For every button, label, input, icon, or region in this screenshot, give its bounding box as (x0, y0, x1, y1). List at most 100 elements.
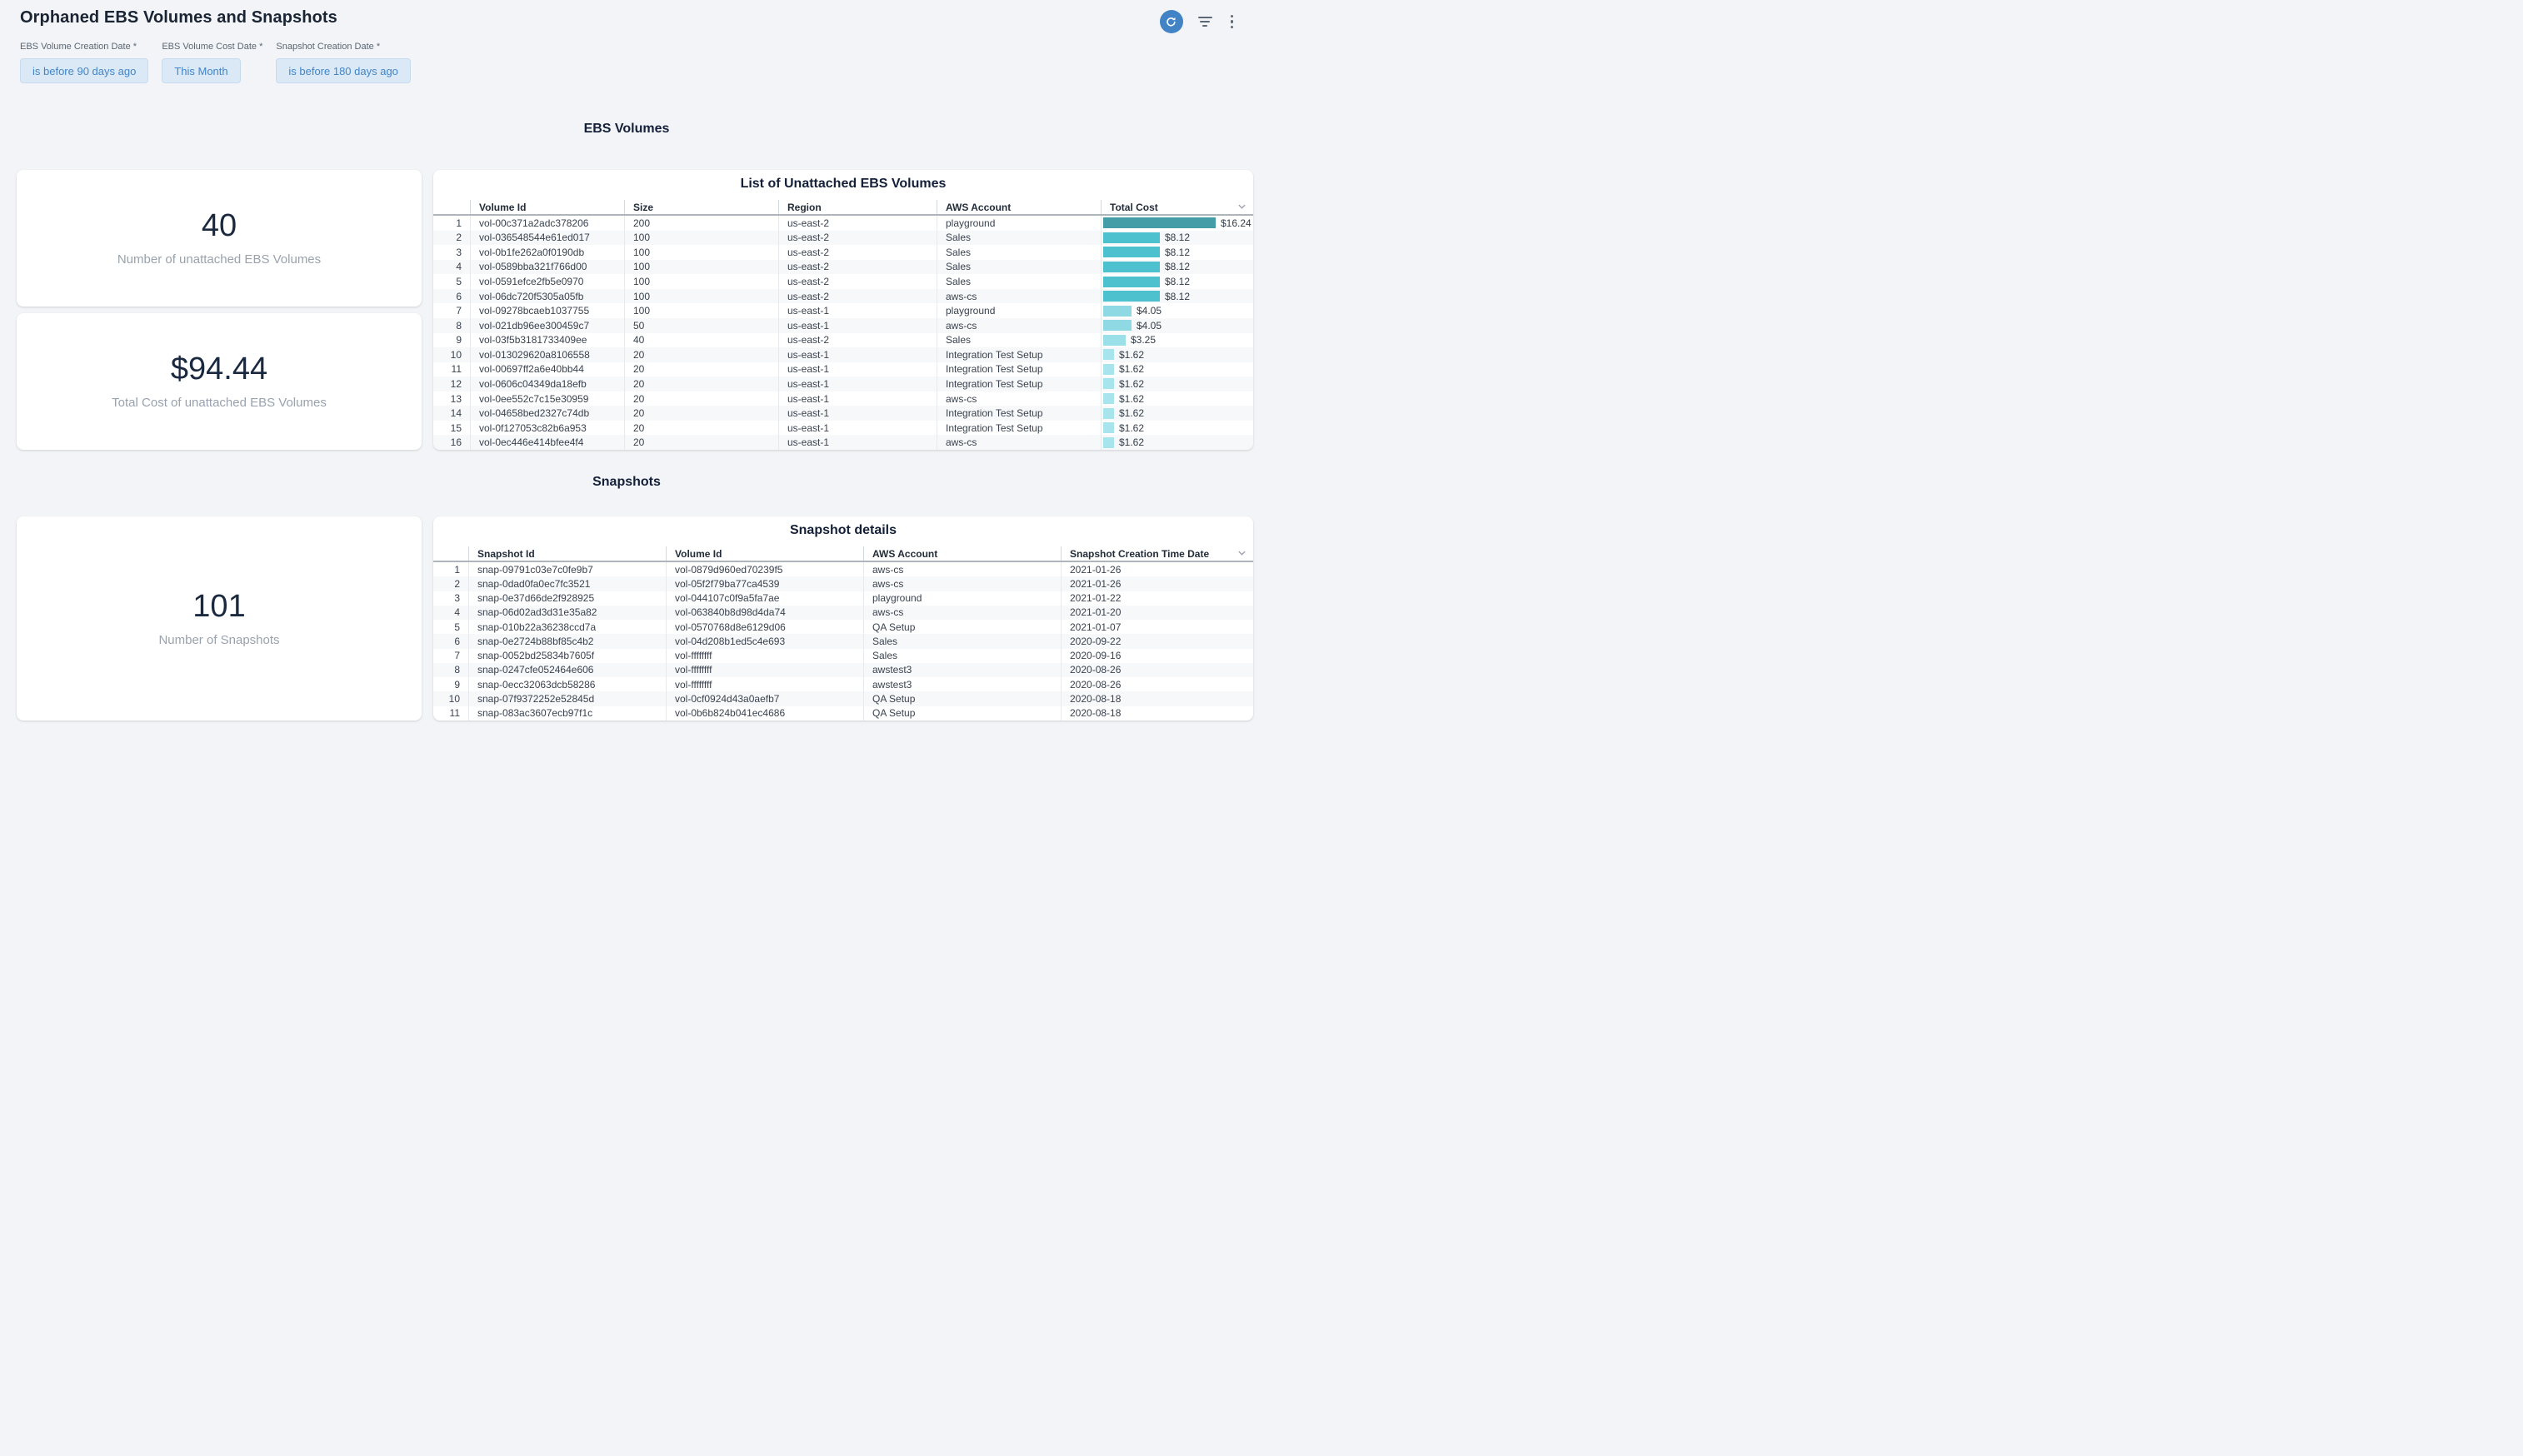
table-row: 10snap-07f9372252e52845dvol-0cf0924d43a0… (433, 691, 1253, 706)
snapshot-table-body: 1snap-09791c03e7c0fe9b7vol-0879d960ed702… (433, 562, 1253, 721)
cell-row-number: 13 (433, 391, 470, 406)
cell-snapshot-creation-date: 2021-01-20 (1061, 606, 1253, 620)
cell-volume-id: vol-0570768d8e6129d06 (666, 620, 863, 634)
cell-snapshot-id: snap-0ecc32063dcb58286 (468, 677, 666, 691)
cell-total-cost: $8.12 (1101, 260, 1253, 275)
filter-ebs-volume-cost-date: EBS Volume Cost Date * This Month (162, 42, 262, 83)
cost-value: $1.62 (1119, 349, 1144, 361)
table-row: 7snap-0052bd25834b7605fvol-ffffffffSales… (433, 649, 1253, 663)
filter-label: EBS Volume Cost Date * (162, 42, 262, 53)
cell-size: 20 (624, 406, 778, 421)
cell-volume-id: vol-013029620a8106558 (470, 347, 624, 362)
cost-value: $16.24 (1221, 217, 1252, 229)
table-row: 6vol-06dc720f5305a05fb100us-east-2aws-cs… (433, 289, 1253, 304)
cell-size: 100 (624, 231, 778, 246)
cost-value: $4.05 (1137, 320, 1162, 332)
cell-size: 20 (624, 347, 778, 362)
cost-bar (1103, 408, 1114, 419)
cell-row-number: 10 (433, 691, 468, 706)
cell-snapshot-creation-date: 2020-09-16 (1061, 649, 1253, 663)
column-header-aws-account[interactable]: AWS Account (863, 546, 1061, 561)
column-header-aws-account[interactable]: AWS Account (937, 200, 1101, 214)
cell-total-cost: $1.62 (1101, 347, 1253, 362)
chevron-down-icon[interactable] (1237, 202, 1247, 215)
topbar: Orphaned EBS Volumes and Snapshots (0, 0, 1262, 37)
cell-size: 20 (624, 362, 778, 377)
cell-aws-account: aws-cs (937, 435, 1101, 450)
table-row: 8snap-0247cfe052464e606vol-ffffffffawste… (433, 663, 1253, 677)
stat-card-snapshot-count: 101 Number of Snapshots (17, 516, 422, 721)
filter-button[interactable] (1195, 13, 1216, 30)
cell-region: us-east-1 (778, 406, 937, 421)
cell-region: us-east-1 (778, 391, 937, 406)
filter-value-button[interactable]: is before 90 days ago (20, 58, 148, 83)
cost-value: $1.62 (1119, 436, 1144, 448)
cell-aws-account: playground (937, 303, 1101, 318)
cell-region: us-east-2 (778, 289, 937, 304)
cell-row-number: 11 (433, 362, 470, 377)
cost-value: $8.12 (1165, 276, 1190, 287)
filter-lines-icon (1198, 17, 1212, 27)
kebab-menu-button[interactable] (1227, 12, 1237, 32)
cell-size: 50 (624, 318, 778, 333)
table-row: 3vol-0b1fe262a0f0190db100us-east-2Sales$… (433, 245, 1253, 260)
cell-region: us-east-1 (778, 376, 937, 391)
cost-bar (1103, 232, 1160, 243)
cell-snapshot-creation-date: 2021-01-26 (1061, 562, 1253, 576)
cell-aws-account: QA Setup (863, 620, 1061, 634)
cell-aws-account: playground (863, 591, 1061, 606)
cell-snapshot-creation-date: 2020-08-18 (1061, 691, 1253, 706)
cost-bar (1103, 247, 1160, 257)
ebs-volumes-table: Volume IdSizeRegionAWS AccountTotal Cost… (433, 200, 1253, 450)
kebab-menu-icon (1231, 15, 1234, 29)
filter-label: EBS Volume Creation Date * (20, 42, 148, 53)
cell-region: us-east-2 (778, 333, 937, 348)
column-header-snapshot-id[interactable]: Snapshot Id (468, 546, 666, 561)
column-header-volume-id[interactable]: Volume Id (666, 546, 863, 561)
column-header-size[interactable]: Size (624, 200, 778, 214)
column-header-snapshot-creation-date[interactable]: Snapshot Creation Time Date (1061, 546, 1253, 561)
filter-value-button[interactable]: This Month (162, 58, 240, 83)
cell-aws-account: playground (937, 216, 1101, 231)
filter-value-button[interactable]: is before 180 days ago (276, 58, 411, 83)
cost-value: $4.05 (1137, 305, 1162, 317)
cell-volume-id: vol-0ec446e414bfee4f4 (470, 435, 624, 450)
cost-bar (1103, 335, 1126, 346)
cell-row-number: 2 (433, 231, 470, 246)
chevron-down-icon[interactable] (1237, 548, 1247, 561)
cell-snapshot-creation-date: 2020-08-26 (1061, 663, 1253, 677)
cell-aws-account: Sales (863, 634, 1061, 648)
cell-aws-account: aws-cs (937, 318, 1101, 333)
stat-value: 40 (202, 210, 237, 242)
cost-bar (1103, 320, 1132, 331)
cell-aws-account: QA Setup (863, 706, 1061, 721)
cell-volume-id: vol-0b1fe262a0f0190db (470, 245, 624, 260)
cell-aws-account: aws-cs (937, 289, 1101, 304)
column-header-total-cost[interactable]: Total Cost (1101, 200, 1253, 214)
cell-volume-id: vol-05f2f79ba77ca4539 (666, 576, 863, 591)
cell-volume-id: vol-00697ff2a6e40bb44 (470, 362, 624, 377)
stat-label: Total Cost of unattached EBS Volumes (112, 396, 327, 410)
stat-label: Number of Snapshots (158, 633, 279, 647)
cost-value: $1.62 (1119, 393, 1144, 405)
cell-volume-id: vol-ffffffff (666, 649, 863, 663)
cell-row-number: 15 (433, 421, 470, 436)
table-row: 8vol-021db96ee300459c750us-east-1aws-cs$… (433, 318, 1253, 333)
snapshot-details-table: Snapshot IdVolume IdAWS AccountSnapshot … (433, 546, 1253, 721)
filter-bar: EBS Volume Creation Date * is before 90 … (0, 42, 1262, 83)
refresh-button[interactable] (1160, 10, 1183, 33)
column-header-volume-id[interactable]: Volume Id (470, 200, 624, 214)
cell-total-cost: $1.62 (1101, 435, 1253, 450)
cost-value: $1.62 (1119, 422, 1144, 434)
table-row: 3snap-0e37d66de2f928925vol-044107c0f9a5f… (433, 591, 1253, 606)
cell-snapshot-id: snap-0247cfe052464e606 (468, 663, 666, 677)
table-row: 1snap-09791c03e7c0fe9b7vol-0879d960ed702… (433, 562, 1253, 576)
cell-size: 100 (624, 245, 778, 260)
snapshot-details-table-card: Snapshot details Snapshot IdVolume IdAWS… (433, 516, 1253, 721)
table-row: 2snap-0dad0fa0ec7fc3521vol-05f2f79ba77ca… (433, 576, 1253, 591)
cell-size: 100 (624, 303, 778, 318)
cell-row-number: 1 (433, 562, 468, 576)
cell-row-number: 14 (433, 406, 470, 421)
column-header-region[interactable]: Region (778, 200, 937, 214)
cell-total-cost: $16.24 (1101, 216, 1253, 231)
